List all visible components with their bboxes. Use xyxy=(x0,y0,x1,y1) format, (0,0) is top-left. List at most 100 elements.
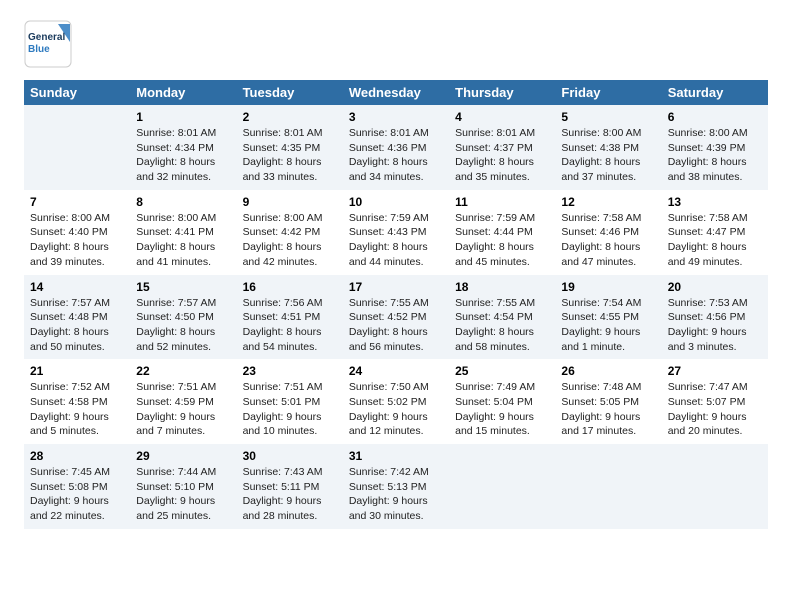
calendar-cell: 19Sunrise: 7:54 AM Sunset: 4:55 PM Dayli… xyxy=(555,275,661,360)
day-details: Sunrise: 7:57 AM Sunset: 4:50 PM Dayligh… xyxy=(136,296,230,355)
day-details: Sunrise: 7:58 AM Sunset: 4:47 PM Dayligh… xyxy=(668,211,762,270)
day-details: Sunrise: 7:56 AM Sunset: 4:51 PM Dayligh… xyxy=(243,296,337,355)
day-details: Sunrise: 7:59 AM Sunset: 4:43 PM Dayligh… xyxy=(349,211,443,270)
day-details: Sunrise: 7:48 AM Sunset: 5:05 PM Dayligh… xyxy=(561,380,655,439)
day-details: Sunrise: 7:49 AM Sunset: 5:04 PM Dayligh… xyxy=(455,380,549,439)
day-details: Sunrise: 8:01 AM Sunset: 4:37 PM Dayligh… xyxy=(455,126,549,185)
day-details: Sunrise: 8:01 AM Sunset: 4:35 PM Dayligh… xyxy=(243,126,337,185)
calendar-cell: 31 Sunrise: 7:42 AM Sunset: 5:13 PM Dayli… xyxy=(343,444,449,529)
day-details: Sunrise: 7:53 AM Sunset: 4:56 PM Dayligh… xyxy=(668,296,762,355)
day-details: Sunrise: 7:42 AM Sunset: 5:13 PM Dayligh… xyxy=(349,465,443,524)
calendar-cell: 25Sunrise: 7:49 AM Sunset: 5:04 PM Dayli… xyxy=(449,359,555,444)
calendar-cell: 4 Sunrise: 8:01 AM Sunset: 4:37 PM Daylig… xyxy=(449,105,555,190)
page: General Blue SundayMondayTuesdayWednesda… xyxy=(0,0,792,545)
day-number: 5 xyxy=(561,110,655,124)
calendar-cell: 12 Sunrise: 7:58 AM Sunset: 4:46 PM Dayli… xyxy=(555,190,661,275)
calendar-table: SundayMondayTuesdayWednesdayThursdayFrid… xyxy=(24,80,768,529)
day-number: 23 xyxy=(243,364,337,378)
svg-text:Blue: Blue xyxy=(28,44,50,55)
calendar-week-row: 7Sunrise: 8:00 AM Sunset: 4:40 PM Daylig… xyxy=(24,190,768,275)
day-number: 27 xyxy=(668,364,762,378)
calendar-cell: 2 Sunrise: 8:01 AM Sunset: 4:35 PM Daylig… xyxy=(237,105,343,190)
day-details: Sunrise: 8:00 AM Sunset: 4:42 PM Dayligh… xyxy=(243,211,337,270)
calendar-cell: 27 Sunrise: 7:47 AM Sunset: 5:07 PM Dayli… xyxy=(662,359,768,444)
calendar-cell: 29 Sunrise: 7:44 AM Sunset: 5:10 PM Dayli… xyxy=(130,444,236,529)
calendar-body: 1 Sunrise: 8:01 AM Sunset: 4:34 PM Daylig… xyxy=(24,105,768,529)
day-number: 29 xyxy=(136,449,230,463)
day-details: Sunrise: 8:00 AM Sunset: 4:41 PM Dayligh… xyxy=(136,211,230,270)
day-number: 12 xyxy=(561,195,655,209)
day-number: 18 xyxy=(455,280,549,294)
calendar-cell: 16 Sunrise: 7:56 AM Sunset: 4:51 PM Dayli… xyxy=(237,275,343,360)
day-number: 20 xyxy=(668,280,762,294)
weekday-header-wednesday: Wednesday xyxy=(343,80,449,105)
calendar-cell: 14Sunrise: 7:57 AM Sunset: 4:48 PM Dayli… xyxy=(24,275,130,360)
day-number: 30 xyxy=(243,449,337,463)
day-number: 26 xyxy=(561,364,655,378)
day-details: Sunrise: 7:59 AM Sunset: 4:44 PM Dayligh… xyxy=(455,211,549,270)
day-details: Sunrise: 7:51 AM Sunset: 5:01 PM Dayligh… xyxy=(243,380,337,439)
weekday-header-friday: Friday xyxy=(555,80,661,105)
day-details: Sunrise: 8:01 AM Sunset: 4:34 PM Dayligh… xyxy=(136,126,230,185)
day-number: 1 xyxy=(136,110,230,124)
calendar-week-row: 21Sunrise: 7:52 AM Sunset: 4:58 PM Dayli… xyxy=(24,359,768,444)
calendar-cell: 7Sunrise: 8:00 AM Sunset: 4:40 PM Daylig… xyxy=(24,190,130,275)
day-details: Sunrise: 7:58 AM Sunset: 4:46 PM Dayligh… xyxy=(561,211,655,270)
svg-text:General: General xyxy=(28,32,65,43)
day-number: 3 xyxy=(349,110,443,124)
calendar-cell: 28 Sunrise: 7:45 AM Sunset: 5:08 PM Dayli… xyxy=(24,444,130,529)
day-number: 31 xyxy=(349,449,443,463)
logo: General Blue xyxy=(24,20,72,68)
day-number: 24 xyxy=(349,364,443,378)
day-number: 17 xyxy=(349,280,443,294)
calendar-cell: 8 Sunrise: 8:00 AM Sunset: 4:41 PM Daylig… xyxy=(130,190,236,275)
calendar-week-row: 1 Sunrise: 8:01 AM Sunset: 4:34 PM Daylig… xyxy=(24,105,768,190)
day-details: Sunrise: 7:52 AM Sunset: 4:58 PM Dayligh… xyxy=(30,380,124,439)
day-number: 4 xyxy=(455,110,549,124)
calendar-cell: 23 Sunrise: 7:51 AM Sunset: 5:01 PM Dayli… xyxy=(237,359,343,444)
calendar-cell xyxy=(555,444,661,529)
day-details: Sunrise: 7:55 AM Sunset: 4:52 PM Dayligh… xyxy=(349,296,443,355)
calendar-cell: 20 Sunrise: 7:53 AM Sunset: 4:56 PM Dayli… xyxy=(662,275,768,360)
calendar-cell: 11 Sunrise: 7:59 AM Sunset: 4:44 PM Dayli… xyxy=(449,190,555,275)
calendar-cell xyxy=(24,105,130,190)
weekday-header-monday: Monday xyxy=(130,80,236,105)
day-details: Sunrise: 8:01 AM Sunset: 4:36 PM Dayligh… xyxy=(349,126,443,185)
day-number: 13 xyxy=(668,195,762,209)
calendar-cell: 9 Sunrise: 8:00 AM Sunset: 4:42 PM Daylig… xyxy=(237,190,343,275)
day-number: 9 xyxy=(243,195,337,209)
weekday-header-row: SundayMondayTuesdayWednesdayThursdayFrid… xyxy=(24,80,768,105)
calendar-cell: 10 Sunrise: 7:59 AM Sunset: 4:43 PM Dayli… xyxy=(343,190,449,275)
day-details: Sunrise: 8:00 AM Sunset: 4:38 PM Dayligh… xyxy=(561,126,655,185)
day-number: 11 xyxy=(455,195,549,209)
day-details: Sunrise: 7:45 AM Sunset: 5:08 PM Dayligh… xyxy=(30,465,124,524)
day-details: Sunrise: 7:54 AM Sunset: 4:55 PM Dayligh… xyxy=(561,296,655,355)
day-number: 2 xyxy=(243,110,337,124)
day-number: 28 xyxy=(30,449,124,463)
weekday-header-tuesday: Tuesday xyxy=(237,80,343,105)
calendar-cell: 15Sunrise: 7:57 AM Sunset: 4:50 PM Dayli… xyxy=(130,275,236,360)
day-number: 10 xyxy=(349,195,443,209)
calendar-cell: 17 Sunrise: 7:55 AM Sunset: 4:52 PM Dayli… xyxy=(343,275,449,360)
day-number: 8 xyxy=(136,195,230,209)
calendar-week-row: 14Sunrise: 7:57 AM Sunset: 4:48 PM Dayli… xyxy=(24,275,768,360)
calendar-cell: 1 Sunrise: 8:01 AM Sunset: 4:34 PM Daylig… xyxy=(130,105,236,190)
day-details: Sunrise: 7:43 AM Sunset: 5:11 PM Dayligh… xyxy=(243,465,337,524)
day-number: 16 xyxy=(243,280,337,294)
calendar-week-row: 28 Sunrise: 7:45 AM Sunset: 5:08 PM Dayli… xyxy=(24,444,768,529)
day-details: Sunrise: 7:47 AM Sunset: 5:07 PM Dayligh… xyxy=(668,380,762,439)
weekday-header-sunday: Sunday xyxy=(24,80,130,105)
day-details: Sunrise: 8:00 AM Sunset: 4:40 PM Dayligh… xyxy=(30,211,124,270)
day-details: Sunrise: 7:50 AM Sunset: 5:02 PM Dayligh… xyxy=(349,380,443,439)
calendar-cell xyxy=(449,444,555,529)
day-details: Sunrise: 7:55 AM Sunset: 4:54 PM Dayligh… xyxy=(455,296,549,355)
calendar-cell: 18 Sunrise: 7:55 AM Sunset: 4:54 PM Dayli… xyxy=(449,275,555,360)
weekday-header-saturday: Saturday xyxy=(662,80,768,105)
calendar-cell: 6Sunrise: 8:00 AM Sunset: 4:39 PM Daylig… xyxy=(662,105,768,190)
day-details: Sunrise: 7:44 AM Sunset: 5:10 PM Dayligh… xyxy=(136,465,230,524)
calendar-cell: 13 Sunrise: 7:58 AM Sunset: 4:47 PM Dayli… xyxy=(662,190,768,275)
weekday-header-thursday: Thursday xyxy=(449,80,555,105)
logo-svg: General Blue xyxy=(24,20,72,68)
day-number: 22 xyxy=(136,364,230,378)
day-details: Sunrise: 8:00 AM Sunset: 4:39 PM Dayligh… xyxy=(668,126,762,185)
